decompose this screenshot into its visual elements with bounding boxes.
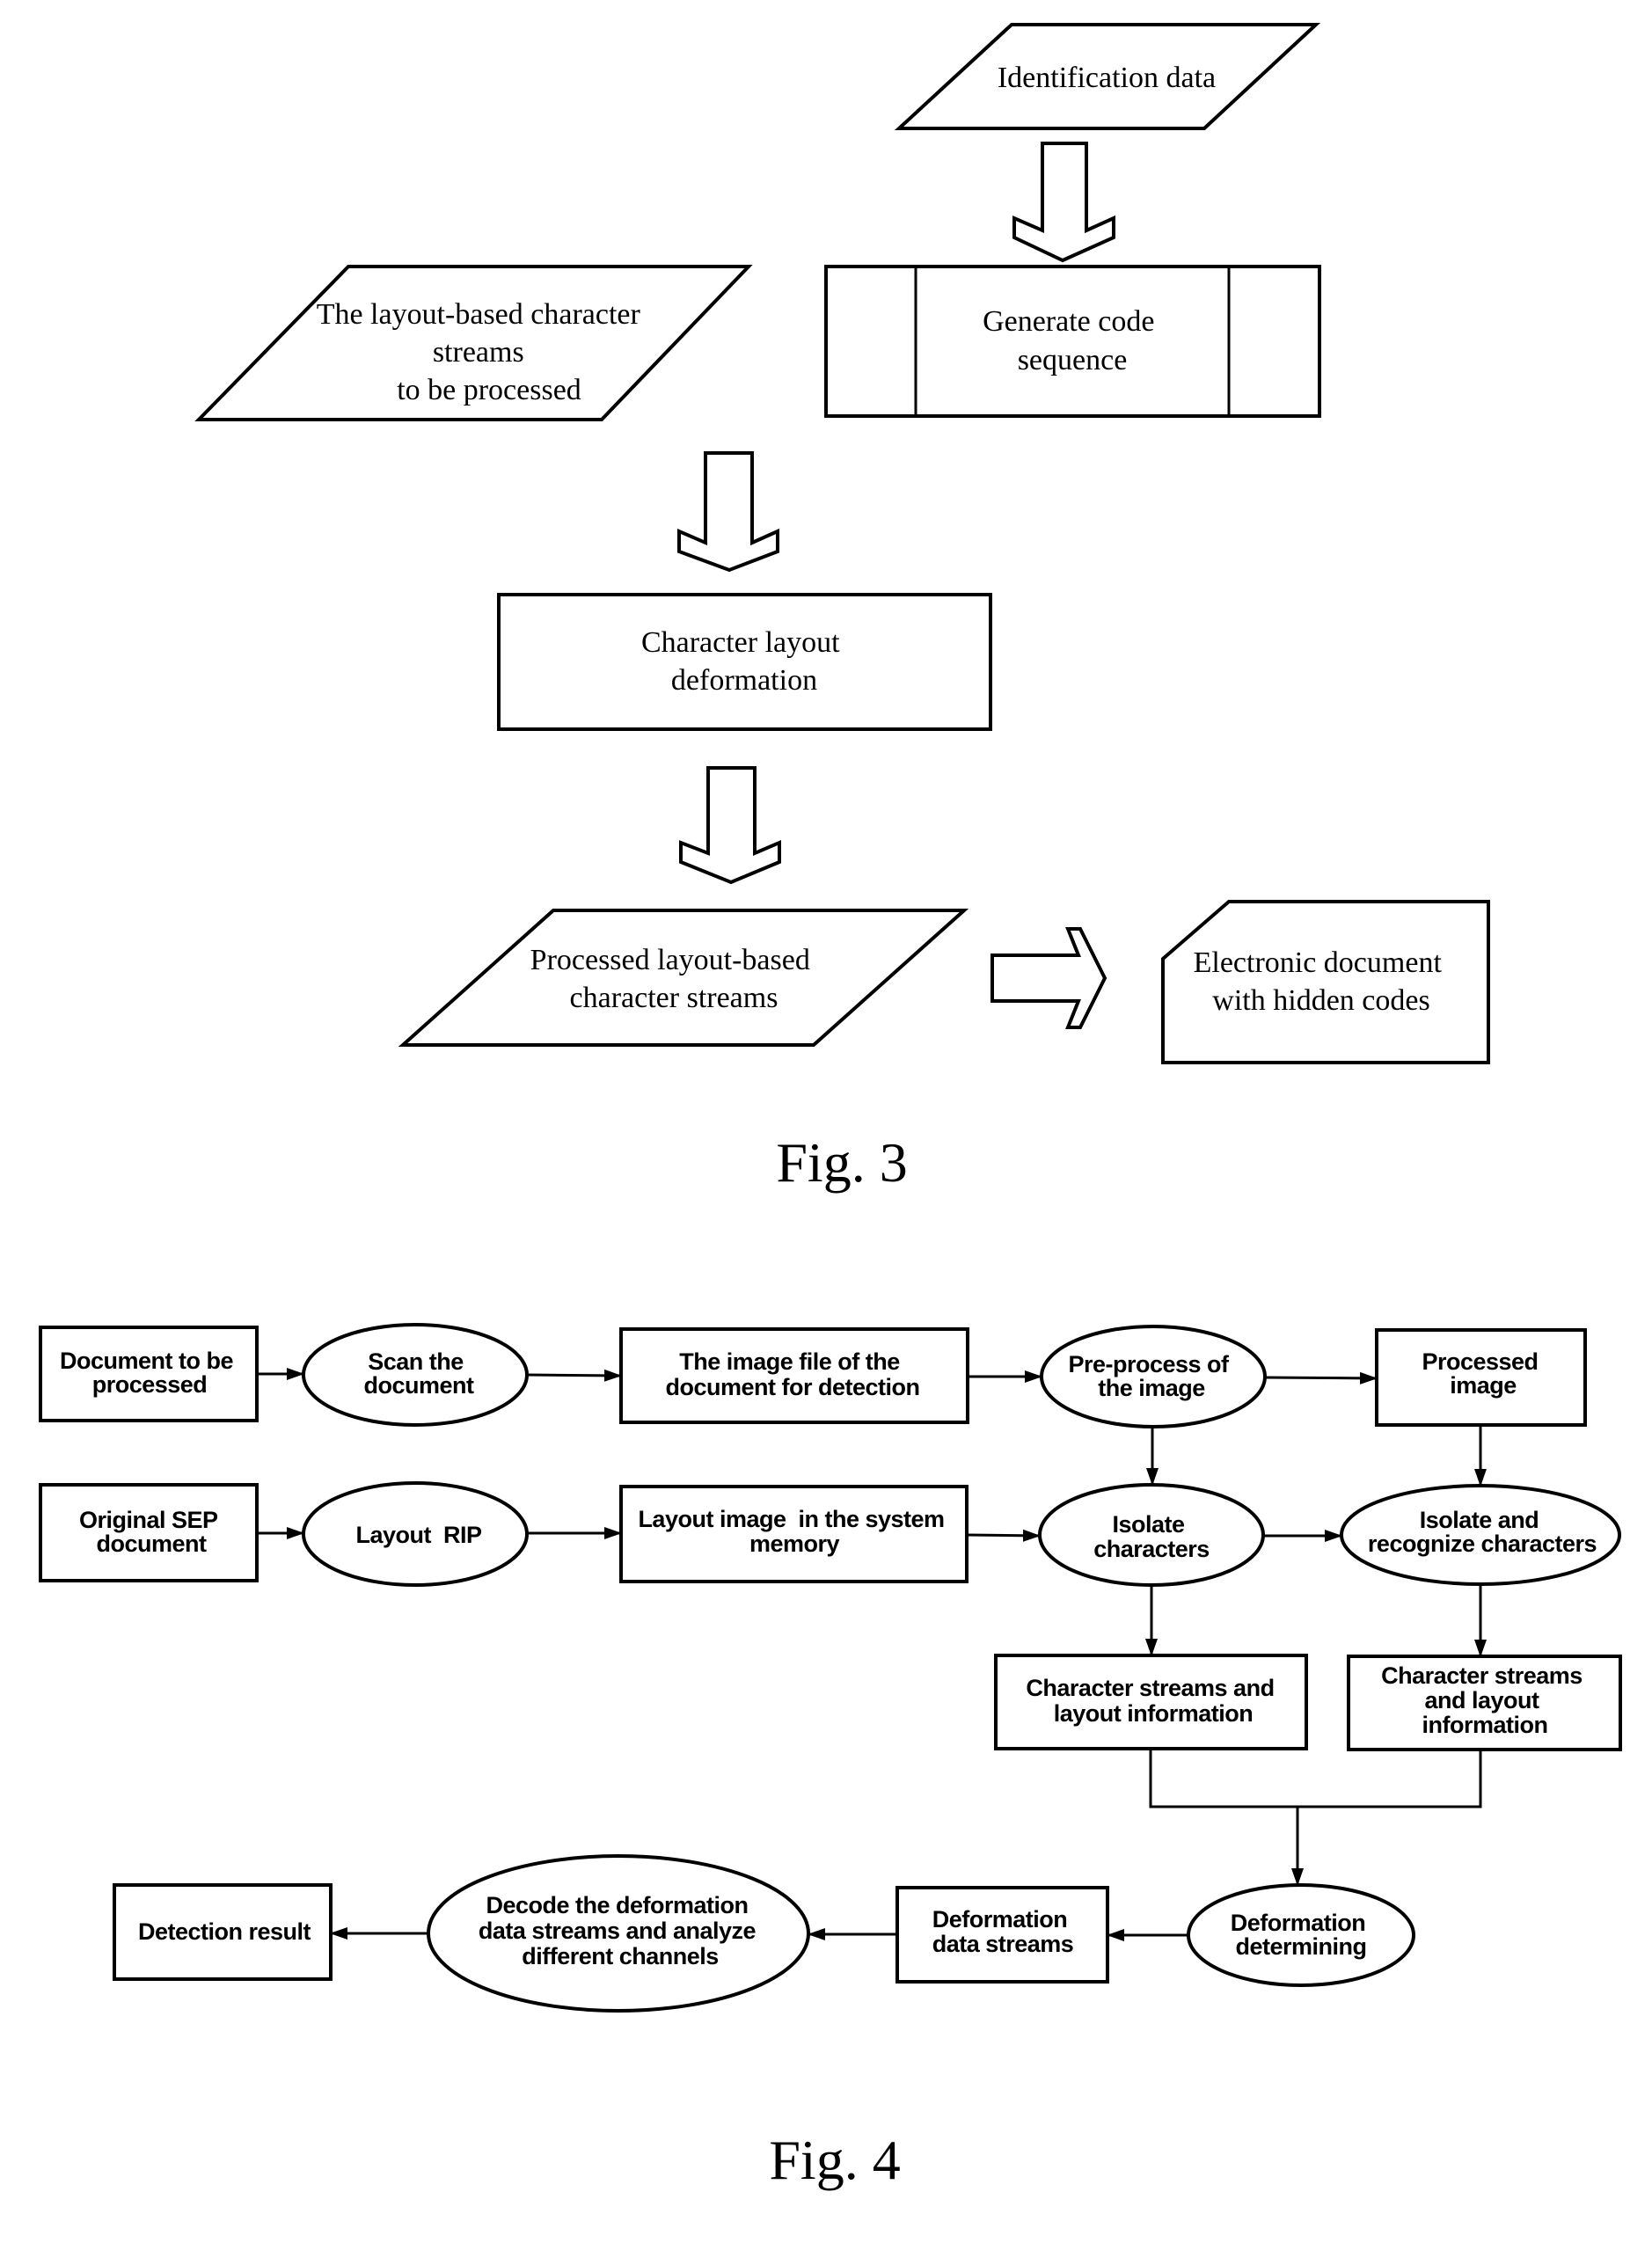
- merge-connector: [1149, 1749, 1482, 1808]
- processed-streams-node: Processed layout-based character streams: [398, 909, 969, 1047]
- deformation-data-streams-node: Deformation data streams: [895, 1886, 1109, 1984]
- detection-result-label: Detection result: [138, 1918, 311, 1945]
- deformation-data-streams-label: Deformation data streams: [932, 1906, 1074, 1957]
- generate-code-sequence-node: Generate code sequence: [824, 265, 1321, 418]
- detection-result-node: Detection result: [113, 1883, 333, 1981]
- image-file-for-detection-node: The image file of the document for detec…: [619, 1327, 969, 1424]
- deformation-determining-node: Deformation determining: [1187, 1883, 1415, 1987]
- document-to-be-processed-node: Document to be processed: [39, 1326, 259, 1422]
- electronic-document-node: Electronic document with hidden codes: [1161, 900, 1490, 1064]
- deformation-determining-label: Deformation determining: [1231, 1910, 1372, 1960]
- identification-data-label: Identification data: [998, 62, 1216, 94]
- image-file-for-detection-label: The image file of the document for detec…: [665, 1348, 919, 1400]
- pre-process-image-node: Pre-process of the image: [1040, 1325, 1267, 1428]
- isolate-characters-node: Isolate characters: [1038, 1483, 1265, 1587]
- figure-canvas: Identification data Generate code sequen…: [39, 23, 1622, 2191]
- fig4-caption: Fig. 4: [769, 2129, 900, 2191]
- char-streams-layout-info-1-node: Character streams and layout information: [994, 1654, 1308, 1750]
- scan-the-document-label: Scan the document: [363, 1348, 474, 1399]
- card-shape: [1161, 900, 1490, 1064]
- process-box: [497, 593, 992, 731]
- processed-image-node: Processed image: [1375, 1328, 1587, 1427]
- block-arrow-down-icon: [679, 766, 781, 885]
- parallelogram-shape: [398, 909, 969, 1047]
- scan-the-document-node: Scan the document: [302, 1323, 529, 1427]
- layout-streams-input-node: The layout-based character streams to be…: [194, 265, 753, 421]
- character-layout-deformation-node: Character layout deformation: [497, 593, 992, 731]
- fig4: Document to be processed Scan the docume…: [39, 1323, 1622, 2191]
- block-arrow-right-icon: [990, 927, 1107, 1029]
- block-arrow-down-icon: [1012, 142, 1115, 263]
- layout-rip-node: Layout RIP: [302, 1481, 529, 1587]
- layout-rip-label: Layout RIP: [355, 1522, 482, 1548]
- identification-data-node: Identification data: [894, 23, 1321, 130]
- char-streams-layout-info-1-label: Character streams and layout information: [1026, 1675, 1280, 1727]
- original-sep-document-node: Original SEP document: [39, 1483, 259, 1582]
- layout-image-memory-node: Layout image in the system memory: [619, 1485, 969, 1583]
- fig3: Identification data Generate code sequen…: [194, 23, 1490, 1194]
- flow-arrow: [526, 1369, 622, 1382]
- decode-deformation-node: Decode the deformation data streams and …: [427, 1854, 810, 2013]
- char-streams-layout-info-2-node: Character streams and layout information: [1347, 1655, 1622, 1751]
- process-box: [824, 265, 1321, 418]
- fig3-caption: Fig. 3: [776, 1131, 907, 1194]
- block-arrow-down-icon: [677, 451, 779, 573]
- flow-arrow: [1264, 1371, 1378, 1385]
- isolate-recognize-characters-node: Isolate and recognize characters: [1340, 1484, 1621, 1586]
- original-sep-document-label: Original SEP document: [79, 1507, 223, 1557]
- flow-arrow: [966, 1529, 1041, 1542]
